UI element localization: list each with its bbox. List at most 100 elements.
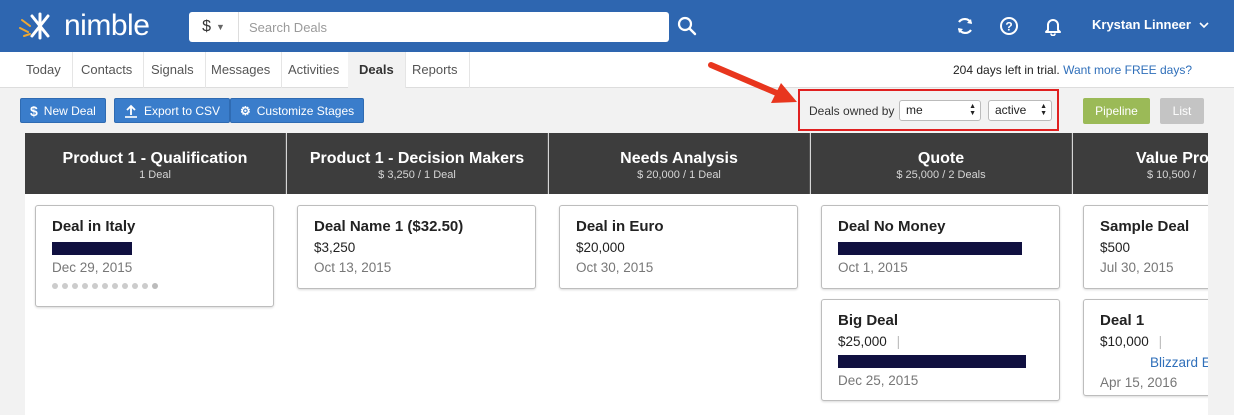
redacted-text — [52, 241, 132, 255]
separator: | — [896, 334, 901, 349]
deal-title: Deal in Euro — [576, 218, 664, 235]
export-csv-label: Export to CSV — [144, 103, 221, 118]
deal-title: Big Deal — [838, 312, 899, 329]
deal-date: Oct 30, 2015 — [576, 260, 654, 275]
dollar-icon: $ — [30, 102, 38, 119]
bell-icon[interactable] — [1043, 16, 1063, 36]
deal-date: Jul 30, 2015 — [1100, 260, 1174, 275]
deal-card[interactable]: Deal 1 $10,000 | Blizzard E Apr 15, 2016 — [1083, 299, 1208, 396]
stage-column: Needs Analysis $ 20,000 / 1 Deal Deal in… — [549, 133, 811, 415]
annotation-arrow-icon — [708, 62, 797, 103]
deal-value: $500 — [1100, 240, 1131, 255]
deal-value-row: $25,000 | — [838, 334, 1043, 350]
tab-activities[interactable]: Activities — [277, 52, 352, 88]
stage-summary: $ 10,500 / — [1147, 169, 1196, 181]
trial-notice: 204 days left in trial. Want more FREE d… — [953, 63, 1192, 77]
search-type-dropdown[interactable]: $ ▼ — [189, 12, 239, 42]
separator: | — [1158, 334, 1163, 349]
redacted-text — [838, 354, 1026, 368]
stage-header: Value Pro $ 10,500 / — [1073, 133, 1208, 194]
deal-title: Sample Deal — [1100, 218, 1190, 235]
caret-down-icon: ▼ — [215, 22, 225, 32]
chevron-down-icon — [1199, 21, 1209, 28]
deal-card[interactable]: Deal Name 1 ($32.50) $3,250 Oct 13, 2015 — [297, 205, 536, 289]
stage-column: Product 1 - Decision Makers $ 3,250 / 1 … — [287, 133, 549, 415]
stage-body: Deal in Italy Dec 29, 2015 — [25, 194, 287, 415]
deal-date: Dec 29, 2015 — [52, 260, 133, 275]
deal-title: Deal Name 1 ($32.50) — [314, 218, 464, 235]
tab-today[interactable]: Today — [15, 52, 73, 88]
deal-title: Deal in Italy — [52, 218, 136, 235]
trial-text: 204 days left in trial. — [953, 63, 1060, 77]
stage-summary: $ 3,250 / 1 Deal — [378, 169, 456, 181]
stage-header: Product 1 - Decision Makers $ 3,250 / 1 … — [287, 133, 548, 194]
redacted-text — [838, 241, 1022, 255]
stage-title: Product 1 - Qualification — [62, 150, 248, 167]
nimble-logo[interactable]: nimble — [18, 9, 150, 42]
search-input[interactable] — [239, 12, 669, 42]
deal-value: $25,000 — [838, 334, 887, 349]
search-bar: $ ▼ — [189, 12, 669, 42]
status-select[interactable]: active ▲ ▼ — [988, 100, 1052, 121]
tab-messages[interactable]: Messages — [200, 52, 283, 88]
select-arrows-icon: ▲ ▼ — [969, 103, 976, 117]
select-arrows-icon: ▲ ▼ — [1040, 103, 1047, 117]
deal-detail — [838, 240, 1043, 256]
stage-title: Needs Analysis — [620, 150, 738, 167]
deal-title: Deal No Money — [838, 218, 946, 235]
deal-title: Deal 1 — [1100, 312, 1145, 329]
gear-icon: ⚙ — [240, 103, 251, 118]
stage-column: Quote $ 25,000 / 2 Deals Deal No Money O… — [811, 133, 1073, 415]
deal-value: $3,250 — [314, 240, 356, 255]
svg-text:?: ? — [1005, 20, 1012, 34]
search-icon[interactable] — [677, 16, 697, 36]
sync-icon[interactable] — [955, 16, 975, 36]
pipeline-board: Product 1 - Qualification 1 Deal Deal in… — [25, 133, 1208, 415]
stage-column: Product 1 - Qualification 1 Deal Deal in… — [25, 133, 287, 415]
deal-card[interactable]: Big Deal $25,000 | Dec 25, 2015 — [821, 299, 1060, 401]
stage-body: Sample Deal $500 Jul 30, 2015 Deal 1 $10… — [1073, 194, 1208, 415]
stage-summary: $ 20,000 / 1 Deal — [637, 169, 721, 181]
new-deal-button[interactable]: $ New Deal — [20, 98, 106, 123]
stage-title: Quote — [917, 150, 965, 167]
upload-icon — [125, 104, 137, 118]
user-menu[interactable]: Krystan Linneer — [1092, 17, 1209, 32]
deal-value: $10,000 — [1100, 334, 1149, 349]
deal-date: Apr 15, 2016 — [1100, 375, 1178, 390]
customize-stages-button[interactable]: ⚙ Customize Stages — [230, 98, 365, 123]
deals-owned-label: Deals owned by — [809, 104, 895, 118]
deal-date: Oct 1, 2015 — [838, 260, 908, 275]
deal-detail — [838, 353, 1043, 369]
list-view-button[interactable]: List — [1160, 98, 1204, 124]
top-bar: nimble $ ▼ ? Krystan Linneer — [0, 0, 1234, 52]
pipeline-view-button[interactable]: Pipeline — [1083, 98, 1150, 124]
tab-deals[interactable]: Deals — [348, 52, 406, 88]
customize-stages-label: Customize Stages — [256, 103, 355, 118]
company-link[interactable]: Blizzard E — [1150, 355, 1208, 370]
tab-contacts[interactable]: Contacts — [70, 52, 145, 88]
stage-body: Deal in Euro $20,000 Oct 30, 2015 — [549, 194, 811, 415]
tab-signals[interactable]: Signals — [140, 52, 206, 88]
help-icon[interactable]: ? — [999, 16, 1019, 36]
stage-header: Quote $ 25,000 / 2 Deals — [811, 133, 1072, 194]
deal-card[interactable]: Deal in Italy Dec 29, 2015 — [35, 205, 274, 307]
export-csv-button[interactable]: Export to CSV — [114, 98, 231, 123]
deal-value-row: $10,000 | — [1100, 334, 1208, 350]
search-type-symbol: $ — [202, 18, 211, 35]
deal-card[interactable]: Deal in Euro $20,000 Oct 30, 2015 — [559, 205, 798, 289]
deal-card[interactable]: Deal No Money Oct 1, 2015 — [821, 205, 1060, 289]
user-name: Krystan Linneer — [1092, 17, 1191, 32]
free-days-link[interactable]: Want more FREE days? — [1063, 63, 1192, 77]
deal-date: Dec 25, 2015 — [838, 373, 919, 388]
tab-reports[interactable]: Reports — [401, 52, 470, 88]
deal-date: Oct 13, 2015 — [314, 260, 392, 275]
deal-company: Blizzard E — [1100, 355, 1208, 371]
logo-text: nimble — [64, 9, 150, 42]
stage-header: Product 1 - Qualification 1 Deal — [25, 133, 286, 194]
nimble-logo-icon — [19, 12, 50, 40]
stage-summary: $ 25,000 / 2 Deals — [896, 169, 986, 181]
status-select-value: active — [995, 103, 1027, 117]
deal-card[interactable]: Sample Deal $500 Jul 30, 2015 — [1083, 205, 1208, 289]
owner-select[interactable]: me ▲ ▼ — [899, 100, 981, 121]
deal-value: $20,000 — [576, 240, 625, 255]
